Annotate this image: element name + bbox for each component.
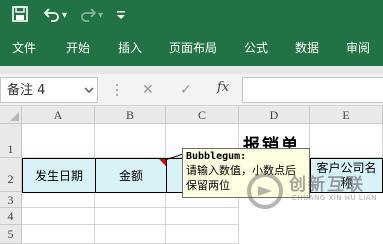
customize-quick-access-icon[interactable]	[116, 6, 126, 22]
column-header-b[interactable]: B	[95, 106, 166, 124]
column-header-c[interactable]: C	[166, 106, 239, 124]
column-header-a[interactable]: A	[22, 106, 95, 124]
title-bar: ▾ ▾	[0, 0, 383, 32]
undo-dropdown-icon[interactable]: ▾	[62, 6, 67, 26]
row-header-1[interactable]: 1	[0, 124, 22, 158]
cell-b1[interactable]	[95, 124, 166, 158]
row-header-4[interactable]: 4	[0, 208, 22, 225]
cell-b2[interactable]: 金额	[95, 158, 167, 193]
watermark-text: 创新互联	[289, 175, 365, 195]
select-all-button[interactable]	[0, 106, 22, 124]
tab-insert[interactable]: 插入	[118, 40, 142, 56]
cell-a2[interactable]: 发生日期	[22, 158, 96, 193]
undo-icon[interactable]	[44, 6, 60, 22]
tab-data[interactable]: 数据	[295, 40, 319, 56]
name-box-dropdown-icon[interactable]	[83, 84, 95, 96]
cell-e1[interactable]	[310, 124, 383, 158]
comment-author: Bubblegum:	[186, 151, 247, 162]
watermark: 创新互联 CHUANG XIN HU LIAN	[246, 170, 383, 214]
tab-page-layout[interactable]: 页面布局	[169, 40, 217, 56]
name-box-value: 备注 4	[7, 83, 46, 98]
formula-bar-grip-icon	[116, 84, 118, 96]
cell-a1[interactable]	[22, 124, 95, 158]
ribbon-tabs: 文件 开始 插入 页面布局 公式 数据 审阅	[0, 32, 383, 66]
cell-a4[interactable]	[22, 208, 95, 225]
formula-input[interactable]	[242, 77, 383, 103]
row-header-5[interactable]: 5	[0, 225, 22, 244]
ribbon-collapsed-area	[0, 66, 383, 74]
column-header-d[interactable]: D	[239, 106, 310, 124]
cell-c5[interactable]	[166, 225, 239, 244]
watermark-subtext: CHUANG XIN HU LIAN	[292, 194, 377, 202]
tab-review[interactable]: 审阅	[346, 40, 370, 56]
save-icon[interactable]	[12, 6, 28, 22]
column-header-e[interactable]: E	[310, 106, 383, 124]
redo-icon[interactable]	[80, 6, 96, 22]
cell-b4[interactable]	[95, 208, 166, 225]
row-header-3[interactable]: 3	[0, 192, 22, 208]
tab-formulas[interactable]: 公式	[244, 40, 268, 56]
comment-connector	[165, 153, 183, 161]
name-box[interactable]: 备注 4	[0, 77, 98, 103]
cancel-icon[interactable]: ✕	[142, 81, 154, 99]
redo-dropdown-icon[interactable]: ▾	[98, 6, 103, 26]
row-header-2[interactable]: 2	[0, 158, 22, 192]
watermark-logo-icon	[247, 173, 283, 209]
cell-a3[interactable]	[22, 193, 95, 208]
tab-home[interactable]: 开始	[66, 40, 90, 56]
insert-function-icon[interactable]: fx	[217, 80, 229, 95]
cell-b3[interactable]	[95, 193, 166, 208]
enter-icon[interactable]: ✓	[180, 81, 192, 99]
tab-file[interactable]: 文件	[12, 40, 36, 56]
cell-a5[interactable]	[22, 225, 95, 244]
cell-c4[interactable]	[166, 208, 239, 225]
formula-bar: 备注 4 ✕ ✓ fx	[0, 74, 383, 106]
cell-b5[interactable]	[95, 225, 166, 244]
